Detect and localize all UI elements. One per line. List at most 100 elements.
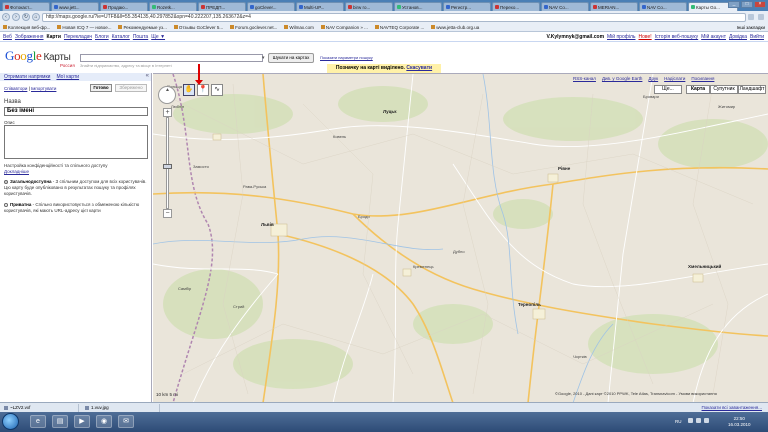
browser-tab[interactable]: ПРЕДП... <box>198 2 246 11</box>
undo-link[interactable]: Скасувати <box>406 65 432 71</box>
account-link[interactable]: Мій акаунт <box>701 34 726 40</box>
map-toolbar-link[interactable]: Друк <box>648 76 658 81</box>
back-button[interactable]: ‹ <box>2 13 10 21</box>
collaborators-link[interactable]: Співавтори <box>4 86 27 91</box>
map-toolbar-link[interactable]: RSS-канал <box>573 76 596 81</box>
google-bar-link[interactable]: Карти <box>47 34 61 40</box>
browser-tab[interactable]: www.jett... <box>51 2 99 11</box>
browser-tab[interactable]: Rozetk... <box>149 2 197 11</box>
maximize-button[interactable]: □ <box>741 1 753 8</box>
zoom-out-button[interactable]: − <box>163 209 172 218</box>
account-link[interactable]: Вийти <box>750 34 764 40</box>
address-bar[interactable]: http://maps.google.ru/?ie=UTF8&ll=55.354… <box>42 12 746 22</box>
account-link[interactable]: Історія веб-пошуку <box>655 34 699 40</box>
bookmark-item[interactable]: NAVTEQ Corporate ... <box>374 25 424 30</box>
zoom-slider-thumb[interactable] <box>163 164 172 169</box>
other-bookmarks[interactable]: Інші закладки <box>737 25 765 30</box>
tray-icon[interactable] <box>704 418 709 423</box>
collapse-panel-icon[interactable]: « <box>146 73 149 79</box>
start-button[interactable] <box>2 413 19 430</box>
google-bar-link[interactable]: Ще ▼ <box>151 34 165 40</box>
saved-button: Збережено <box>115 84 147 92</box>
bookmark-item[interactable]: Forum.goclever.net... <box>230 25 277 30</box>
tray-icon[interactable] <box>696 418 701 423</box>
browser-tab[interactable]: NAV Co... <box>541 2 589 11</box>
google-bar-link[interactable]: Веб <box>3 34 12 40</box>
chrome-icon[interactable]: ◉ <box>96 415 112 428</box>
download-item[interactable]: 1.vuv.jpg <box>85 403 160 412</box>
clock[interactable]: 22:50 16.03.2010 <box>728 416 751 428</box>
close-window-button[interactable]: × <box>754 1 766 8</box>
search-options-link[interactable]: Показати параметри пошуку <box>320 55 373 60</box>
privacy-option-public[interactable]: Загальнодоступна - З спільним доступом д… <box>4 179 148 197</box>
description-textarea[interactable] <box>4 125 148 159</box>
browser-tab[interactable]: Регистр... <box>443 2 491 11</box>
google-bar-link[interactable]: Каталог <box>112 34 130 40</box>
learn-more-link[interactable]: Докладніше <box>4 169 29 174</box>
google-bar-link[interactable]: Пошта <box>133 34 148 40</box>
map-toolbar-link[interactable]: Надіслати <box>664 76 685 81</box>
map-type-satellite[interactable]: Супутник <box>710 85 738 94</box>
forward-button[interactable]: › <box>12 13 20 21</box>
search-input[interactable] <box>80 54 263 62</box>
reload-button[interactable]: ↻ <box>22 13 30 21</box>
map-toolbar-link[interactable]: Див. у Google Earth <box>602 76 642 81</box>
browser-tab[interactable]: Продаю... <box>100 2 148 11</box>
google-bar-link[interactable]: Перекладач <box>64 34 92 40</box>
map-toolbar-link[interactable]: Посилання <box>691 76 714 81</box>
bookmark-item[interactable]: Отзывы GoClever 5... <box>173 25 223 30</box>
home-button[interactable]: ⌂ <box>32 13 40 21</box>
account-link[interactable]: Мій профіль <box>607 34 635 40</box>
radio-private[interactable] <box>4 202 8 207</box>
zoom-slider[interactable] <box>163 117 172 209</box>
tab-my-maps[interactable]: Мої карти <box>56 74 79 80</box>
app-icon[interactable]: ✉ <box>118 415 134 428</box>
media-player-icon[interactable]: ▶ <box>74 415 90 428</box>
map-canvas[interactable]: Львів Польща Люблін Замостя Рава-Руська … <box>153 73 768 402</box>
bookmark-item[interactable]: www.jetta-club.org.ua <box>431 25 479 30</box>
line-tool-icon[interactable]: ∿ <box>211 84 223 96</box>
browser-tab[interactable]: goClever... <box>247 2 295 11</box>
search-dropdown-icon[interactable]: ▾ <box>262 54 267 62</box>
download-item[interactable]: ~LZV2.vxf <box>4 403 79 412</box>
language-indicator[interactable]: RU <box>675 419 682 424</box>
show-all-downloads-link[interactable]: Показати всі завантаження... <box>702 405 762 410</box>
bookmark-item[interactable]: Коллекция веб-фр... <box>3 25 50 30</box>
ie-icon[interactable]: e <box>30 415 46 428</box>
account-link[interactable]: Нове! <box>639 34 652 40</box>
radio-public[interactable] <box>4 179 8 184</box>
search-maps-button[interactable]: Шукати на картах <box>268 53 314 63</box>
browser-tab[interactable]: Установ... <box>394 2 442 11</box>
zoom-in-button[interactable]: + <box>163 108 172 117</box>
browser-tab[interactable]: MERIAN... <box>590 2 638 11</box>
minimize-button[interactable]: _ <box>728 1 740 8</box>
pan-control[interactable] <box>158 86 176 104</box>
bookmark-item[interactable]: Новая ICQ 7 — новое... <box>57 25 111 30</box>
map-type-map[interactable]: Карта <box>686 85 710 94</box>
google-maps-logo[interactable]: Google Карты <box>5 48 71 64</box>
hand-tool-icon[interactable]: ✋ <box>183 84 195 96</box>
done-button[interactable]: Готово <box>90 84 112 92</box>
browser-tab[interactable]: NAV Co... <box>639 2 687 11</box>
browser-tab[interactable]: birw ro... <box>345 2 393 11</box>
tray-icon[interactable] <box>688 418 693 423</box>
page-menu-icon[interactable] <box>748 14 754 20</box>
tab-get-directions[interactable]: Отримати напрямки <box>4 74 50 80</box>
map-title-input[interactable]: Без імені <box>4 107 148 116</box>
more-layers-button[interactable]: Ще... <box>654 85 682 94</box>
wrench-icon[interactable] <box>758 14 764 20</box>
bookmark-item[interactable]: NAV Companion » ... <box>320 25 368 30</box>
privacy-option-private[interactable]: Приватна - Спільно використовується з об… <box>4 202 148 214</box>
browser-tab[interactable]: Перехо... <box>492 2 540 11</box>
map-type-terrain[interactable]: Ландшафт <box>738 85 766 94</box>
account-link[interactable]: Довідка <box>729 34 747 40</box>
browser-tab[interactable]: Multi-UP... <box>296 2 344 11</box>
placemark-tool-icon[interactable]: 📍 <box>197 84 209 96</box>
google-bar-link[interactable]: Зображення <box>15 34 44 40</box>
browser-tab[interactable]: Фотокаст... <box>2 2 50 11</box>
bookmark-item[interactable]: Рекомендуемые уз... <box>118 25 167 30</box>
google-bar-link[interactable]: Блоги <box>95 34 109 40</box>
import-link[interactable]: Імпортувати <box>31 86 56 91</box>
explorer-icon[interactable]: ▤ <box>52 415 68 428</box>
bookmark-item[interactable]: Wilmax.com <box>284 25 314 30</box>
